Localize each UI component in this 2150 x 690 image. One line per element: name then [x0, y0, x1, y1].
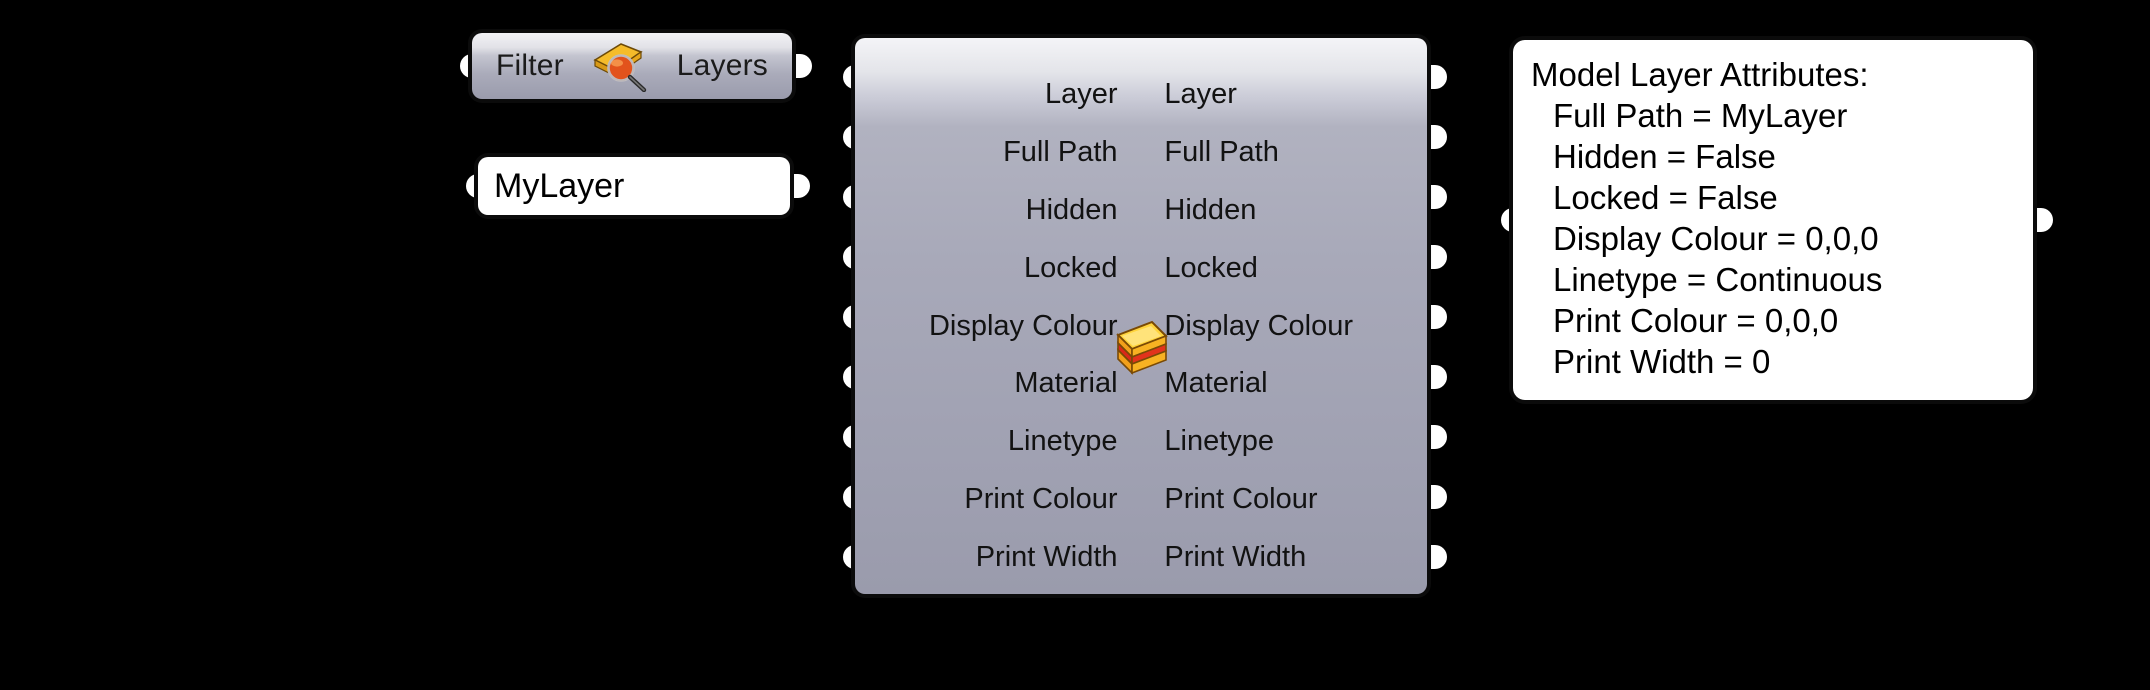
result-line-full-path: Full Path = MyLayer [1553, 97, 1848, 134]
result-line-print-width: Print Width = 0 [1553, 343, 1771, 380]
grasshopper-canvas[interactable]: Filter Layers MyLayer Layer Layer Full P… [0, 0, 2150, 690]
result-line-locked: Locked = False [1553, 179, 1778, 216]
result-line-display-colour: Display Colour = 0,0,0 [1553, 220, 1879, 257]
table-row: Print Width Print Width [855, 528, 1427, 586]
result-line-hidden: Hidden = False [1553, 138, 1776, 175]
input-param-print-width[interactable]: Print Width [855, 541, 1130, 574]
input-param-display-colour[interactable]: Display Colour [855, 310, 1130, 343]
filter-component-output-nub[interactable] [792, 54, 812, 78]
table-row: Hidden Hidden [855, 182, 1427, 240]
layer-output-nub-hidden[interactable] [1427, 185, 1447, 209]
output-param-hidden[interactable]: Hidden [1152, 194, 1427, 227]
layer-output-nub-print-width[interactable] [1427, 545, 1447, 569]
input-param-full-path[interactable]: Full Path [855, 136, 1130, 169]
input-param-material[interactable]: Material [855, 367, 1130, 400]
model-layer-component[interactable]: Layer Layer Full Path Full Path Hidden H… [855, 38, 1427, 594]
result-panel-title: Model Layer Attributes: [1531, 56, 1869, 93]
input-param-layer[interactable]: Layer [855, 78, 1130, 111]
model-layer-attributes-panel[interactable]: Model Layer Attributes: Full Path = MyLa… [1513, 40, 2033, 400]
result-line-print-colour: Print Colour = 0,0,0 [1553, 302, 1839, 339]
output-param-display-colour[interactable]: Display Colour [1152, 310, 1427, 343]
table-row: Full Path Full Path [855, 124, 1427, 182]
mylayer-panel-output-nub[interactable] [790, 174, 810, 198]
output-param-locked[interactable]: Locked [1152, 252, 1427, 285]
output-param-material[interactable]: Material [1152, 367, 1427, 400]
layer-output-nub-display-colour[interactable] [1427, 305, 1447, 329]
filter-input-label: Filter [496, 49, 564, 82]
result-line-linetype: Linetype = Continuous [1553, 261, 1883, 298]
input-param-locked[interactable]: Locked [855, 252, 1130, 285]
input-param-hidden[interactable]: Hidden [855, 194, 1130, 227]
layer-filter-component[interactable]: Filter Layers [472, 33, 792, 99]
table-row: Layer Layer [855, 66, 1427, 124]
table-row: Linetype Linetype [855, 413, 1427, 471]
table-row: Locked Locked [855, 239, 1427, 297]
layer-output-nub-locked[interactable] [1427, 245, 1447, 269]
layer-output-nub-linetype[interactable] [1427, 425, 1447, 449]
filter-output-label: Layers [676, 49, 768, 82]
layer-output-nub-print-colour[interactable] [1427, 485, 1447, 509]
input-param-linetype[interactable]: Linetype [855, 425, 1130, 458]
layer-cake-icon [1112, 319, 1170, 379]
output-param-linetype[interactable]: Linetype [1152, 425, 1427, 458]
output-param-print-width[interactable]: Print Width [1152, 541, 1427, 574]
mylayer-panel-value: MyLayer [494, 166, 625, 205]
input-param-print-colour[interactable]: Print Colour [855, 483, 1130, 516]
mylayer-panel[interactable]: MyLayer [478, 157, 790, 215]
layer-output-nub-layer[interactable] [1427, 65, 1447, 89]
output-param-layer[interactable]: Layer [1152, 78, 1427, 111]
layer-output-nub-material[interactable] [1427, 365, 1447, 389]
magnifier-over-layers-icon [591, 40, 649, 93]
table-row: Print Colour Print Colour [855, 470, 1427, 528]
output-param-print-colour[interactable]: Print Colour [1152, 483, 1427, 516]
output-param-full-path[interactable]: Full Path [1152, 136, 1427, 169]
result-panel-output-nub[interactable] [2033, 208, 2053, 232]
layer-output-nub-full-path[interactable] [1427, 125, 1447, 149]
